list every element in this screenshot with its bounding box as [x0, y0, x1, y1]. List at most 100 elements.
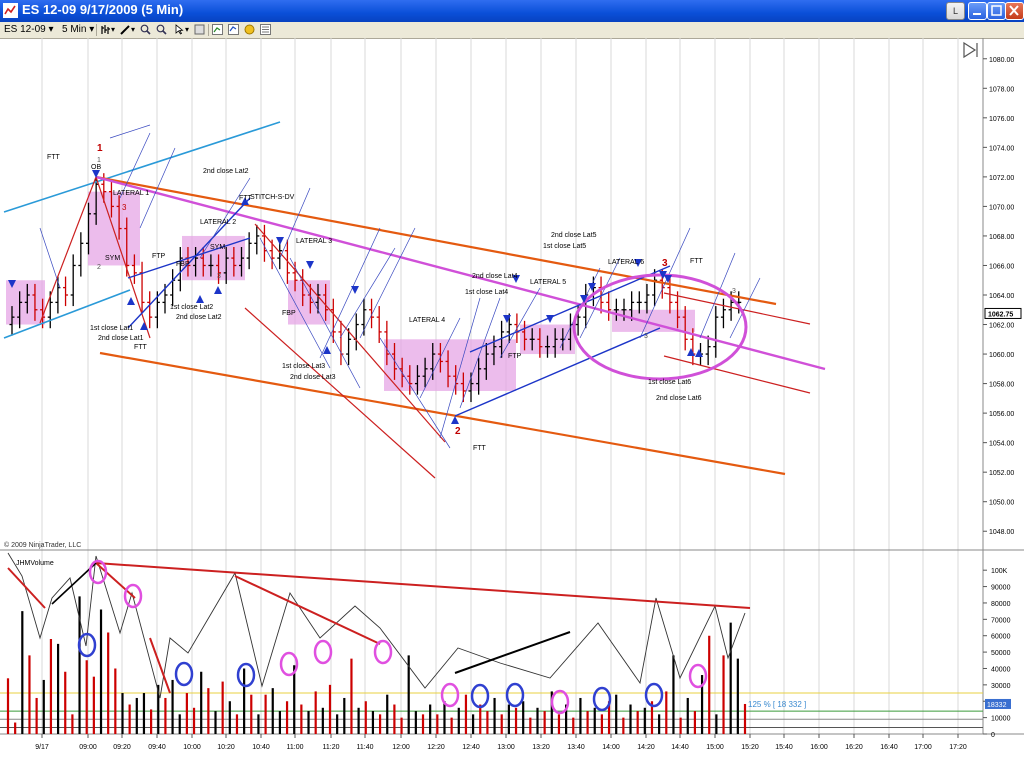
- minimize-button[interactable]: [968, 2, 987, 20]
- alert-icon[interactable]: [244, 24, 255, 35]
- time-tick-label: 11:40: [357, 744, 374, 751]
- price-bar: [644, 283, 650, 314]
- dropdown-arrow-icon[interactable]: ▾: [111, 23, 115, 37]
- guide-line: [39, 227, 61, 289]
- maximize-button[interactable]: [987, 2, 1006, 20]
- chart-annotation: LATERAL 2: [200, 219, 236, 226]
- up-arrow-icon: [695, 349, 703, 357]
- volume-trend-line: [234, 575, 381, 645]
- chart-annotation: 1st close Lat6: [648, 379, 691, 386]
- time-tick-label: 15:40: [775, 744, 793, 751]
- minimize-icon: [973, 13, 981, 15]
- guide-line: [109, 124, 151, 139]
- chart-annotation: FBP: [176, 261, 190, 268]
- volume-trend-line: [149, 637, 171, 694]
- data-box-icon[interactable]: [260, 24, 271, 35]
- price-tick-label: 1068.00: [989, 234, 1014, 241]
- volume-tick-label: 50000: [991, 650, 1011, 657]
- chart-annotation: FTT: [134, 344, 148, 351]
- time-tick-label: 09:00: [79, 744, 97, 751]
- volume-highlight-ellipse: [688, 663, 708, 689]
- up-arrow-icon: [214, 286, 222, 294]
- time-tick-label: 14:40: [671, 744, 689, 751]
- price-tick-label: 1060.00: [989, 352, 1014, 359]
- time-tick-label: 16:20: [845, 744, 863, 751]
- time-tick-label: 11:00: [287, 744, 304, 751]
- indicators-icon[interactable]: [212, 24, 223, 35]
- time-tick-label: 10:20: [217, 744, 235, 751]
- time-tick-label: 11:20: [323, 744, 340, 751]
- cursor-icon[interactable]: [174, 24, 185, 35]
- volume-tick-label: 80000: [991, 601, 1011, 608]
- chart-annotation: LATERAL 3: [296, 238, 332, 245]
- volume-tick-label: 40000: [991, 666, 1011, 673]
- volume-highlight-ellipse: [174, 661, 194, 687]
- interval-selector[interactable]: 5 Min ▾: [62, 23, 94, 37]
- time-tick-label: 14:00: [602, 744, 620, 751]
- zoom-in-icon[interactable]: [140, 24, 151, 35]
- price-bar: [376, 306, 382, 343]
- red-line: [244, 307, 436, 479]
- price-bar: [369, 298, 375, 329]
- volume-highlight-ellipse: [550, 689, 570, 715]
- chart-annotation: 2nd close Lat2: [176, 314, 222, 321]
- close-button[interactable]: [1005, 2, 1024, 20]
- chart-annotation: OB: [91, 164, 101, 171]
- time-tick-label: 9/17: [35, 744, 49, 751]
- time-tick-label: 13:20: [532, 744, 550, 751]
- last-volume-label: 18332: [987, 702, 1007, 709]
- volume-readout: 125 % [ 18 332 ]: [748, 700, 806, 709]
- chart-annotation: 2nd close Lat3: [290, 374, 336, 381]
- zoom-out-icon[interactable]: [156, 24, 167, 35]
- bar-style-icon[interactable]: [100, 24, 111, 35]
- up-arrow-icon: [323, 346, 331, 354]
- time-tick-label: 15:20: [741, 744, 759, 751]
- price-tick-label: 1056.00: [989, 411, 1014, 418]
- chart-annotation: 2nd close Lat5: [551, 232, 597, 239]
- price-tick-label: 1072.00: [989, 175, 1014, 182]
- time-tick-label: 17:20: [949, 744, 967, 751]
- chart-annotation: 1: [97, 143, 103, 154]
- chart-annotation: 3: [644, 333, 648, 340]
- link-button[interactable]: L: [946, 2, 965, 20]
- down-arrow-icon: [306, 261, 314, 269]
- chart-annotation: FTT: [239, 195, 253, 202]
- volume-tick-label: 60000: [991, 634, 1011, 641]
- dropdown-arrow-icon[interactable]: ▾: [131, 23, 135, 37]
- volume-wave-line: [7, 552, 746, 699]
- chart-area[interactable]: 1080.00 1078.00 1076.00 1074.00 1072.00 1070.…: [0, 38, 1024, 760]
- volume-tick-label: 70000: [991, 617, 1011, 624]
- properties-icon[interactable]: [194, 24, 205, 35]
- volume-highlight-ellipse: [236, 662, 256, 688]
- up-arrow-icon: [687, 348, 695, 356]
- price-bar: [70, 254, 76, 307]
- strategies-icon[interactable]: [228, 24, 239, 35]
- chart-annotation: FTP: [152, 253, 166, 260]
- volume-tick-label: 0: [991, 732, 995, 739]
- time-tick-label: 15:00: [706, 744, 724, 751]
- scroll-end-icon[interactable]: [963, 41, 978, 59]
- chart-annotation: FTT: [473, 445, 487, 452]
- chart-annotation: 1st close Lat1: [90, 325, 133, 332]
- chart-annotation: SYM: [105, 255, 120, 262]
- price-tick-label: 1054.00: [989, 441, 1014, 448]
- price-bar: [78, 232, 84, 277]
- chart-annotation: LATERAL 6: [608, 259, 644, 266]
- chart-app-icon: [3, 3, 18, 18]
- price-bar: [254, 224, 260, 255]
- dropdown-arrow-icon[interactable]: ▾: [185, 23, 189, 37]
- time-tick-label: 10:40: [252, 744, 270, 751]
- drawing-tool-icon[interactable]: [120, 24, 131, 35]
- instrument-selector[interactable]: ES 12-09 ▾: [4, 23, 54, 37]
- price-bar: [713, 306, 719, 358]
- price-tick-label: 1058.00: [989, 382, 1014, 389]
- chart-annotation: 1st close Lat5: [543, 243, 586, 250]
- volume-highlight-ellipse: [373, 639, 393, 665]
- price-tick-label: 1050.00: [989, 500, 1014, 507]
- chart-annotation: LATERAL 1: [113, 190, 149, 197]
- chart-annotation: 2nd close Lat1: [98, 335, 144, 342]
- time-tick-label: 09:40: [148, 744, 166, 751]
- volume-highlight-ellipse: [313, 639, 333, 665]
- price-bar: [330, 298, 336, 343]
- price-bar: [63, 276, 69, 307]
